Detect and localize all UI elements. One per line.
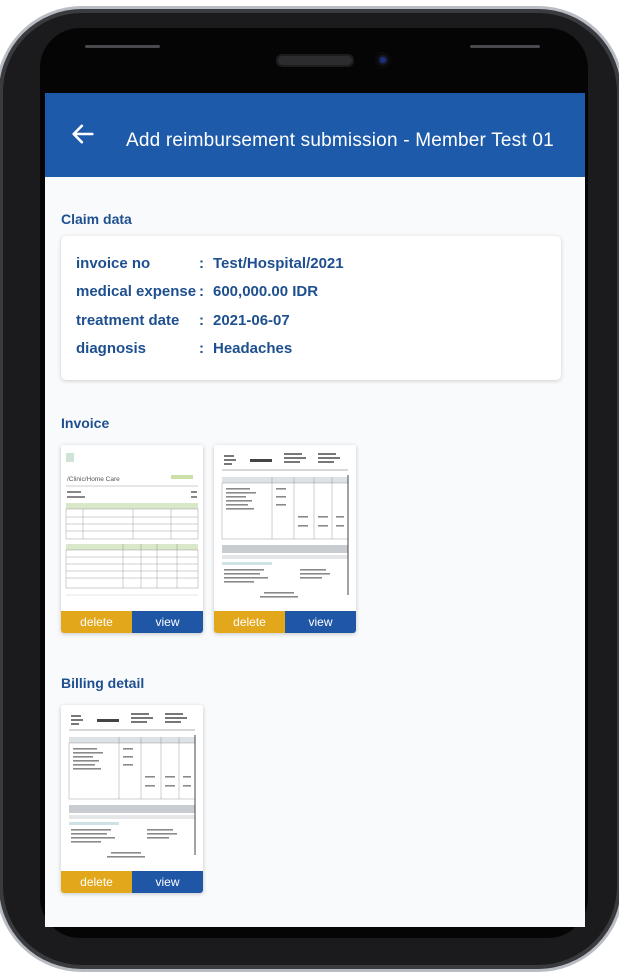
phone-sensor-left bbox=[85, 45, 160, 48]
claim-row-diagnosis: diagnosis: Headaches bbox=[76, 340, 292, 357]
invoice-document-card: /Clinic/Home Care delete view bbox=[61, 445, 203, 633]
invoice-document-card: delete view bbox=[214, 445, 356, 633]
delete-button[interactable]: delete bbox=[214, 611, 285, 633]
field-value: Headaches bbox=[213, 340, 293, 357]
field-value: 600,000.00 IDR bbox=[213, 283, 319, 300]
separator: : bbox=[199, 312, 204, 329]
claim-row-invoice-no: invoice no: Test/Hospital/2021 bbox=[76, 255, 344, 272]
claim-row-medical-expense: medical expense:600,000.00 IDR bbox=[76, 283, 318, 300]
phone-sensor-right bbox=[470, 45, 540, 48]
view-button[interactable]: view bbox=[132, 871, 203, 893]
billing-document-card: delete view bbox=[61, 705, 203, 893]
field-value: Test/Hospital/2021 bbox=[213, 255, 344, 272]
document-thumbnail[interactable] bbox=[61, 705, 203, 871]
field-label: medical expense bbox=[76, 283, 197, 300]
scanned-bill-image bbox=[61, 705, 203, 871]
document-thumbnail[interactable] bbox=[214, 445, 356, 611]
thumb-heading: /Clinic/Home Care bbox=[67, 476, 120, 483]
separator: : bbox=[199, 283, 204, 300]
claim-data-card: invoice no: Test/Hospital/2021 medical ex… bbox=[61, 236, 561, 380]
back-arrow-icon[interactable] bbox=[69, 120, 97, 148]
document-thumbnail[interactable]: /Clinic/Home Care bbox=[61, 445, 203, 611]
scanned-bill-image bbox=[214, 445, 356, 611]
speaker-grille bbox=[276, 54, 354, 67]
claim-row-treatment-date: treatment date:2021-06-07 bbox=[76, 312, 290, 329]
invoice-heading: Invoice bbox=[61, 415, 110, 431]
claim-data-heading: Claim data bbox=[61, 211, 132, 227]
page-title: Add reimbursement submission - Member Te… bbox=[126, 130, 554, 151]
field-label: diagnosis bbox=[76, 340, 147, 357]
document-actions: delete view bbox=[214, 611, 356, 633]
invoice-form-image: /Clinic/Home Care bbox=[61, 445, 203, 611]
delete-button[interactable]: delete bbox=[61, 611, 132, 633]
billing-detail-heading: Billing detail bbox=[61, 675, 145, 691]
field-value: 2021-06-07 bbox=[213, 312, 290, 329]
app-screen: Add reimbursement submission - Member Te… bbox=[45, 93, 585, 927]
app-bar: Add reimbursement submission - Member Te… bbox=[45, 93, 585, 177]
document-actions: delete view bbox=[61, 871, 203, 893]
separator: : bbox=[199, 340, 204, 357]
document-actions: delete view bbox=[61, 611, 203, 633]
view-button[interactable]: view bbox=[132, 611, 203, 633]
front-camera bbox=[375, 52, 391, 68]
field-label: invoice no bbox=[76, 255, 151, 272]
delete-button[interactable]: delete bbox=[61, 871, 132, 893]
view-button[interactable]: view bbox=[285, 611, 356, 633]
field-label: treatment date bbox=[76, 312, 180, 329]
separator: : bbox=[199, 255, 204, 272]
